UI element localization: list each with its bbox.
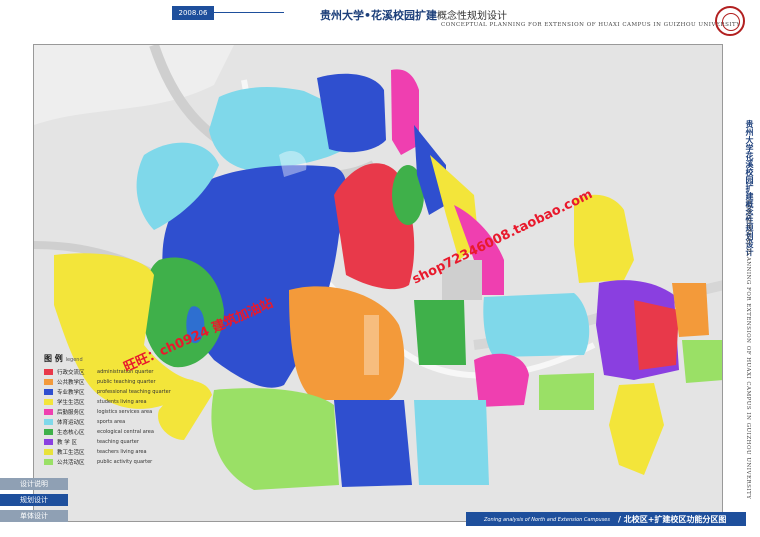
legend-item: 后勤服务区 logistics services area [44, 407, 171, 417]
header: 2008.06 贵州大学•花溪校园扩建概念性规划设计 CONCEPTUAL PL… [0, 0, 760, 46]
building-cluster-2 [364, 315, 379, 375]
legend-label-en: logistics services area [97, 409, 153, 415]
legend-item: 公共活动区 public activity quarter [44, 457, 171, 467]
administration-east [634, 300, 679, 370]
legend-swatch [44, 459, 53, 465]
nav-design-description[interactable]: 设计说明 [0, 478, 68, 490]
legend-item: 专业教学区 professional teaching quarter [44, 387, 171, 397]
nav-building-design[interactable]: 单体设计 [0, 510, 68, 522]
legend-swatch [44, 419, 53, 425]
date-tab: 2008.06 [172, 6, 214, 20]
legend-label-en: students living area [97, 399, 147, 405]
legend-item: 学生生活区 students living area [44, 397, 171, 407]
legend-item: 教工生活区 teachers living area [44, 447, 171, 457]
legend: 图 例 legend 行政交流区 administration quarter 公共… [44, 353, 171, 467]
legend-label-cn: 后勤服务区 [57, 410, 85, 416]
university-seal-icon [715, 6, 745, 36]
legend-rows: 行政交流区 administration quarter 公共教学区 public t… [44, 367, 171, 467]
logistics-south-east [474, 353, 529, 407]
legend-label-en: professional teaching quarter [97, 389, 171, 395]
sports-area-east [483, 293, 590, 357]
legend-label-en: teachers living area [97, 449, 147, 455]
ecological-central-square [414, 300, 466, 365]
legend-item: 教 学 区 teaching quarter [44, 437, 171, 447]
sports-area-south [414, 400, 489, 485]
legend-swatch [44, 409, 53, 415]
title-main: 贵州大学•花溪校园扩建 [320, 9, 438, 22]
legend-label-en: teaching quarter [97, 439, 139, 445]
legend-swatch [44, 449, 53, 455]
legend-label-en: ecological central area [97, 429, 154, 435]
legend-label-cn: 教 学 区 [57, 440, 77, 446]
legend-label-cn: 教工生活区 [57, 450, 85, 456]
legend-label-en: public activity quarter [97, 459, 153, 465]
legend-label-cn: 生态核心区 [57, 430, 85, 436]
page-title: 贵州大学•花溪校园扩建概念性规划设计 [320, 7, 507, 23]
legend-item: 体育运动区 sports area [44, 417, 171, 427]
legend-swatch [44, 429, 53, 435]
public-activity-far-east [682, 340, 722, 383]
legend-title-en: legend [65, 357, 83, 363]
legend-title-cn: 图 例 [44, 354, 63, 363]
legend-label-cn: 体育运动区 [57, 420, 85, 426]
title-sub: 概念性规划设计 [437, 11, 508, 22]
teaching-south [334, 400, 412, 487]
legend-label-en: sports area [97, 419, 126, 425]
header-rule [214, 12, 284, 13]
public-activity-east [539, 373, 594, 410]
logistics-north [391, 69, 419, 155]
legend-swatch [44, 389, 53, 395]
footer-caption-cn: / 北校区+扩建校区功能分区图 [618, 515, 727, 524]
page-subtitle: CONCEPTUAL PLANNING FOR EXTENSION OF HUA… [441, 22, 741, 28]
legend-item: 行政交流区 administration quarter [44, 367, 171, 377]
legend-label-cn: 行政交流区 [57, 370, 85, 376]
side-subtitle: CONCEPTUAL PLANNING FOR EXTENSION OF HUA… [745, 200, 751, 500]
legend-swatch [44, 379, 53, 385]
legend-label-cn: 专业教学区 [57, 390, 85, 396]
legend-label-cn: 公共活动区 [57, 460, 85, 466]
legend-label-cn: 学生生活区 [57, 400, 85, 406]
legend-label-cn: 公共教学区 [57, 380, 85, 386]
legend-item: 公共教学区 public teaching quarter [44, 377, 171, 387]
footer-caption-en: Zoning analysis of North and Extension C… [484, 517, 610, 523]
nav-planning-design[interactable]: 规划设计 [0, 494, 68, 506]
legend-label-en: public teaching quarter [97, 379, 156, 385]
legend-swatch [44, 399, 53, 405]
legend-swatch [44, 439, 53, 445]
legend-item: 生态核心区 ecological central area [44, 427, 171, 437]
legend-swatch [44, 369, 53, 375]
